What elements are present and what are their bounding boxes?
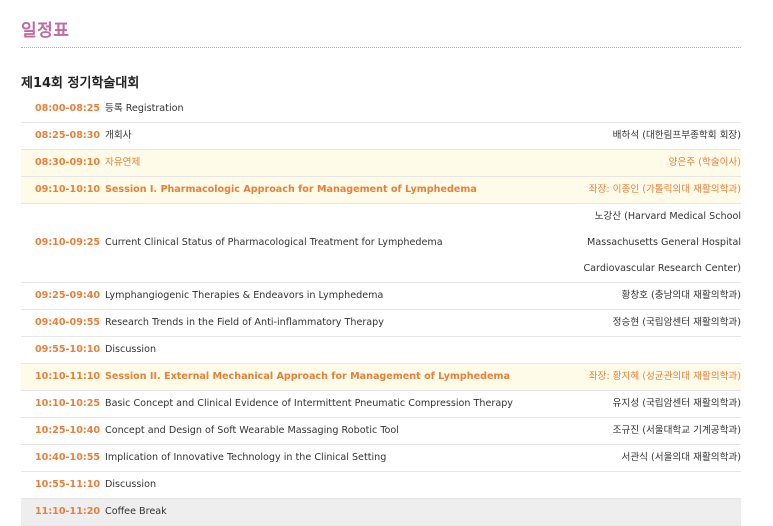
schedule-row: 09:40-09:55 Research Trends in the Field… [21,309,741,337]
schedule-table: 08:00-08:25 등록 Registration 08:25-08:30 … [21,96,741,526]
row-time: 10:10-11:10 [21,363,105,391]
section-title: 제14회 정기학술대회 [21,76,140,91]
row-title: Implication of Innovative Technology in … [105,444,525,472]
row-title: Discussion [105,336,525,364]
row-title: 개회사 [105,122,525,150]
row-speaker [525,471,741,499]
coffee-break-row: 11:10-11:20 Coffee Break [21,498,741,526]
row-time: 08:00-08:25 [21,96,105,123]
session-header-row: 09:10-10:10 Session I. Pharmacologic App… [21,176,741,204]
schedule-row: 08:00-08:25 등록 Registration [21,96,741,123]
row-title: Basic Concept and Clinical Evidence of I… [105,390,525,418]
row-title: 자유연제 [105,149,525,177]
row-title: Research Trends in the Field of Anti-inf… [105,309,525,337]
row-speaker [525,336,741,364]
row-time: 08:25-08:30 [21,122,105,150]
row-time: 09:10-09:25 [21,203,105,283]
schedule-row: 10:10-10:25 Basic Concept and Clinical E… [21,390,741,418]
row-speaker: 배하석 (대한림프부종학회 회장) [525,122,741,150]
schedule-row: 10:55-11:10 Discussion [21,471,741,499]
row-speaker [525,498,741,526]
schedule-row: 09:25-09:40 Lymphangiogenic Therapies & … [21,282,741,310]
row-title: Lymphangiogenic Therapies & Endeavors in… [105,282,525,310]
row-speaker: 정승현 (국립암센터 재활의학과) [525,309,741,337]
row-title: 등록 Registration [105,96,525,123]
row-title: Current Clinical Status of Pharmacologic… [105,203,525,283]
row-speaker: 양은주 (학술이사) [525,149,741,177]
schedule-row: 09:10-09:25 Current Clinical Status of P… [21,203,741,283]
page-title: 일정표 [21,21,70,41]
schedule-row: 08:25-08:30 개회사 배하석 (대한림프부종학회 회장) [21,122,741,150]
row-speaker: 유지성 (국립암센터 재활의학과) [525,390,741,418]
session-title: Session II. External Mechanical Approach… [105,363,525,391]
row-time: 09:55-10:10 [21,336,105,364]
row-title: Coffee Break [105,498,525,526]
schedule-row-highlight: 08:30-09:10 자유연제 양은주 (학술이사) [21,149,741,177]
row-time: 10:40-10:55 [21,444,105,472]
row-title: Discussion [105,471,525,499]
session-chair: 좌장: 황지혜 (성균관의대 재활의학과) [525,363,741,391]
schedule-row: 10:40-10:55 Implication of Innovative Te… [21,444,741,472]
row-time: 11:10-11:20 [21,498,105,526]
row-time: 09:40-09:55 [21,309,105,337]
session-title: Session I. Pharmacologic Approach for Ma… [105,176,525,204]
row-speaker: 황창호 (충남의대 재활의학과) [525,282,741,310]
session-header-row: 10:10-11:10 Session II. External Mechani… [21,363,741,391]
row-time: 09:10-10:10 [21,176,105,204]
row-speaker: 조규진 (서울대학교 기계공학과) [525,417,741,445]
session-chair: 좌장: 이종인 (가톨릭의대 재활의학과) [525,176,741,204]
schedule-row: 10:25-10:40 Concept and Design of Soft W… [21,417,741,445]
row-title: Concept and Design of Soft Wearable Mass… [105,417,525,445]
row-speaker [525,96,741,123]
row-time: 10:55-11:10 [21,471,105,499]
row-speaker: 노강산 (Harvard Medical School Massachusett… [525,203,741,283]
title-divider [21,47,741,48]
schedule-row: 09:55-10:10 Discussion [21,336,741,364]
row-time: 10:25-10:40 [21,417,105,445]
row-time: 09:25-09:40 [21,282,105,310]
row-time: 08:30-09:10 [21,149,105,177]
row-time: 10:10-10:25 [21,390,105,418]
row-speaker: 서관식 (서울의대 재활의학과) [525,444,741,472]
